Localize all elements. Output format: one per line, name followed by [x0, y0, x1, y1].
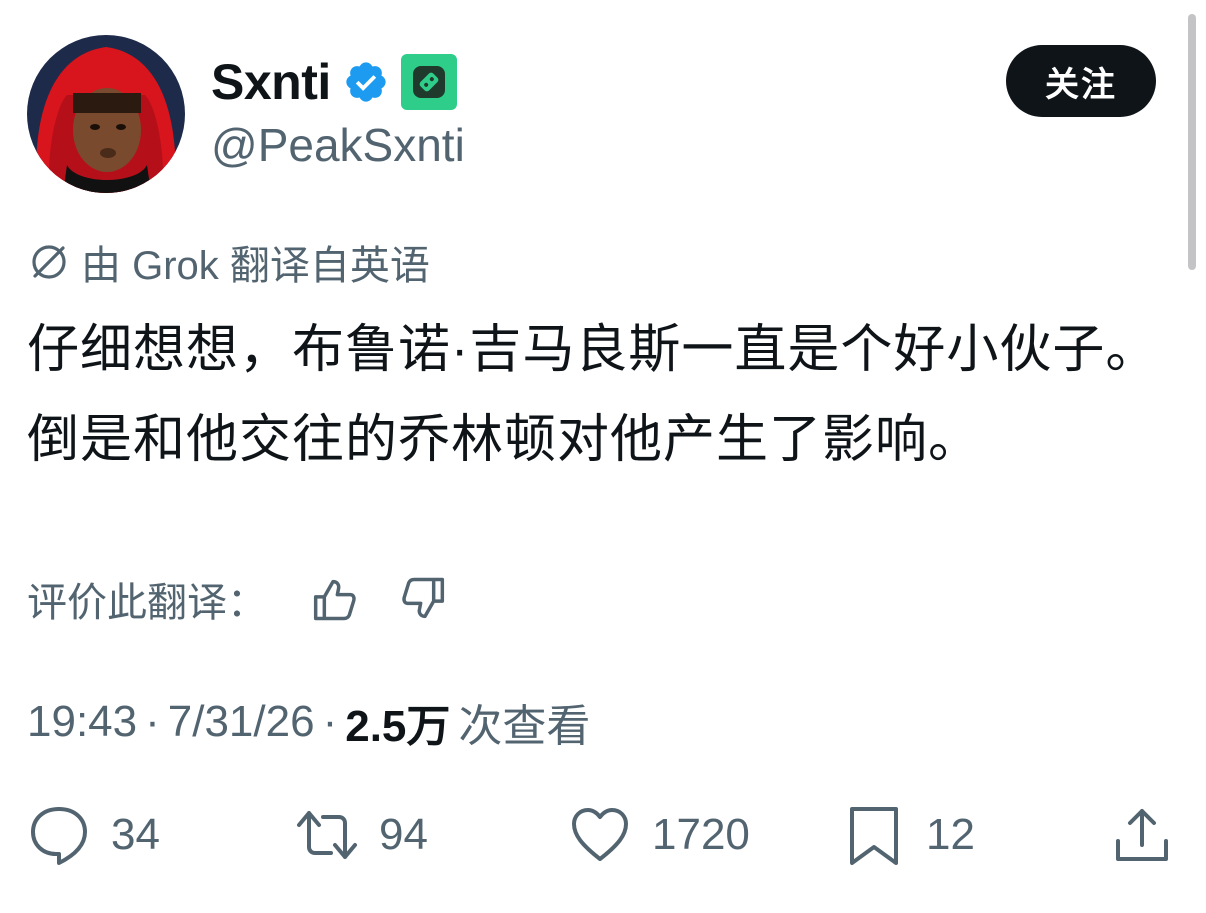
thumbs-up-icon[interactable] [307, 573, 359, 625]
like-count: 1720 [652, 810, 750, 859]
avatar[interactable] [27, 35, 185, 193]
scrollbar[interactable] [1188, 14, 1196, 270]
rate-translation-label: 评价此翻译： [27, 581, 267, 625]
like-button[interactable]: 1720 [568, 800, 750, 870]
views-count[interactable]: 2.5万 [345, 690, 450, 754]
tweet-text: 仔细想想，布鲁诺·吉马良斯一直是个好小伙子。倒是和他交往的乔林顿对他产生了影响。 [27, 321, 1159, 469]
share-button[interactable] [1110, 800, 1174, 870]
author-name-row: Sxnti [211, 50, 457, 114]
tweet-time[interactable]: 19:43 [27, 697, 137, 747]
heart-icon [572, 808, 628, 861]
translation-notice-text: 由 Grok 翻译自英语 [81, 244, 430, 288]
translation-notice[interactable]: 由 Grok 翻译自英语 [27, 233, 430, 291]
meta-separator: · [322, 697, 338, 746]
bookmark-button[interactable]: 12 [842, 800, 975, 870]
affiliate-badge-icon[interactable] [400, 54, 457, 110]
reply-button[interactable]: 34 [27, 800, 160, 870]
bookmark-count: 12 [926, 810, 975, 859]
views-label[interactable]: 次查看 [458, 690, 590, 754]
display-name[interactable]: Sxnti [211, 53, 331, 111]
meta-separator: · [145, 697, 160, 746]
reply-count: 34 [111, 810, 160, 859]
repost-button[interactable]: 94 [295, 800, 428, 870]
verified-badge-icon[interactable] [343, 59, 389, 105]
rate-translation-row: 评价此翻译： [27, 570, 451, 628]
tweet-meta: 19:43 · 7/31/26 · 2.5万 次查看 [27, 690, 590, 754]
thumbs-down-icon[interactable] [399, 573, 451, 625]
translate-icon [32, 245, 66, 279]
share-icon [1116, 809, 1168, 861]
user-handle[interactable]: @PeakSxnti [211, 118, 465, 172]
repost-count: 94 [379, 810, 428, 859]
follow-button[interactable]: 关注 [1006, 45, 1156, 117]
tweet-date[interactable]: 7/31/26 [168, 697, 315, 747]
bookmark-icon [850, 807, 898, 865]
reply-icon [31, 807, 87, 865]
repost-icon [297, 811, 357, 859]
